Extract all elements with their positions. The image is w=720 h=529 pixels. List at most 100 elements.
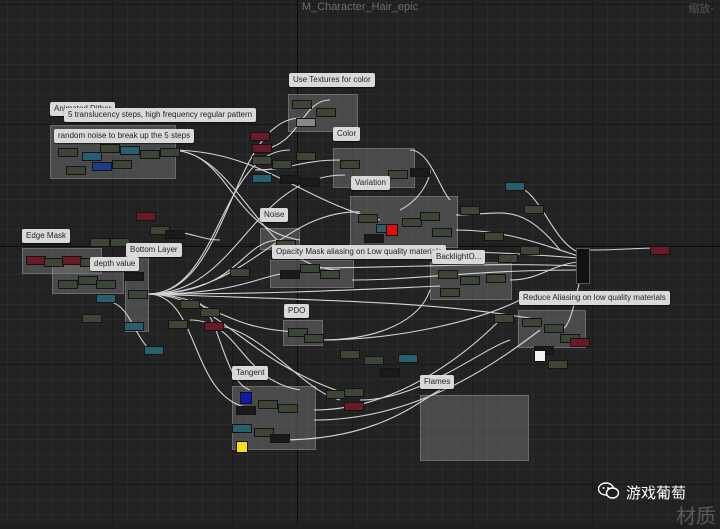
white-color-swatch[interactable] (534, 350, 546, 362)
graph-node[interactable] (136, 212, 156, 221)
comment-label-use-textures[interactable]: Use Textures for color (289, 73, 375, 87)
comment-label-noise[interactable]: Noise (260, 208, 289, 222)
graph-node[interactable] (280, 270, 300, 279)
graph-node[interactable] (316, 108, 336, 117)
graph-node[interactable] (140, 150, 160, 159)
graph-node[interactable] (296, 118, 316, 127)
graph-node[interactable] (380, 368, 400, 377)
graph-node[interactable] (420, 212, 440, 221)
graph-node[interactable] (320, 270, 340, 279)
graph-node[interactable] (66, 166, 86, 175)
graph-node[interactable] (292, 100, 312, 109)
comment-label-edge-mask[interactable]: Edge Mask (22, 229, 71, 243)
graph-node[interactable] (494, 314, 514, 323)
graph-node[interactable] (252, 174, 272, 183)
blue-color-swatch[interactable] (240, 392, 252, 404)
graph-node[interactable] (460, 206, 480, 215)
comment-label-backlight[interactable]: BacklightO... (432, 250, 486, 264)
graph-node[interactable] (410, 168, 430, 177)
comment-label-depth-value[interactable]: depth value (90, 257, 140, 271)
graph-node[interactable] (124, 322, 144, 331)
red-color-swatch[interactable] (386, 224, 398, 236)
comment-label-variation[interactable]: Variation (351, 176, 390, 190)
graph-node[interactable] (26, 256, 46, 265)
graph-node[interactable] (92, 162, 112, 171)
graph-node[interactable] (124, 272, 144, 281)
comment-box-flames[interactable] (420, 395, 529, 461)
graph-node[interactable] (388, 170, 408, 179)
graph-node[interactable] (340, 160, 360, 169)
comment-label-opacity-mask[interactable]: Opacity Mask aliasing on Low quality mat… (272, 245, 446, 259)
graph-node[interactable] (44, 258, 64, 267)
graph-node[interactable] (252, 144, 272, 153)
material-graph-canvas[interactable]: M_Character_Hair_epic 缩放- Use Textures f… (0, 0, 720, 528)
graph-node[interactable] (144, 346, 164, 355)
graph-node[interactable] (296, 152, 316, 161)
graph-node[interactable] (82, 152, 102, 161)
comment-label-random-noise[interactable]: random noise to break up the 5 steps (54, 129, 195, 143)
graph-node[interactable] (230, 268, 250, 277)
graph-node[interactable] (364, 234, 384, 243)
graph-node[interactable] (524, 205, 544, 214)
comment-label-translucency-steps[interactable]: 5 translucency steps, high frequency reg… (64, 108, 257, 122)
graph-node[interactable] (82, 314, 102, 323)
graph-node[interactable] (100, 144, 120, 153)
graph-node[interactable] (398, 354, 418, 363)
material-output-node[interactable] (576, 248, 590, 284)
graph-node[interactable] (300, 178, 320, 187)
graph-node[interactable] (438, 270, 458, 279)
comment-label-reduce-aliasing[interactable]: Reduce Aliasing on low quality materials (519, 291, 670, 305)
graph-node[interactable] (520, 246, 540, 255)
graph-node[interactable] (344, 402, 364, 411)
comment-label-flames[interactable]: Flames (420, 375, 455, 389)
graph-node[interactable] (498, 254, 518, 263)
graph-node[interactable] (358, 214, 378, 223)
graph-node[interactable] (544, 324, 564, 333)
graph-node[interactable] (252, 156, 272, 165)
graph-node[interactable] (258, 400, 278, 409)
graph-node[interactable] (160, 148, 180, 157)
graph-node[interactable] (486, 274, 506, 283)
graph-node[interactable] (460, 276, 480, 285)
graph-node[interactable] (650, 246, 670, 255)
graph-node[interactable] (402, 218, 422, 227)
graph-node[interactable] (548, 360, 568, 369)
graph-node[interactable] (180, 300, 200, 309)
graph-node[interactable] (120, 146, 140, 155)
comment-label-pdo[interactable]: PDO (284, 304, 310, 318)
graph-node[interactable] (272, 160, 292, 169)
graph-node[interactable] (270, 434, 290, 443)
graph-node[interactable] (340, 350, 360, 359)
graph-node[interactable] (300, 264, 320, 273)
comment-label-bottom-layer[interactable]: Bottom Layer (126, 243, 182, 257)
graph-node[interactable] (570, 338, 590, 347)
graph-node[interactable] (128, 290, 148, 299)
graph-node[interactable] (236, 406, 256, 415)
graph-node[interactable] (280, 175, 300, 184)
comment-label-color[interactable]: Color (333, 127, 361, 141)
graph-node[interactable] (165, 230, 185, 239)
comment-label-tangent[interactable]: Tangent (232, 366, 269, 380)
graph-node[interactable] (112, 160, 132, 169)
graph-node[interactable] (440, 288, 460, 297)
yellow-color-swatch[interactable] (236, 441, 248, 453)
graph-node[interactable] (90, 238, 110, 247)
graph-node[interactable] (58, 148, 78, 157)
graph-node[interactable] (326, 390, 346, 399)
graph-node[interactable] (278, 404, 298, 413)
graph-node[interactable] (96, 280, 116, 289)
graph-node[interactable] (505, 182, 525, 191)
graph-node[interactable] (364, 356, 384, 365)
graph-node[interactable] (344, 388, 364, 397)
graph-node[interactable] (78, 276, 98, 285)
graph-node[interactable] (432, 228, 452, 237)
graph-node[interactable] (168, 320, 188, 329)
graph-node[interactable] (250, 132, 270, 141)
graph-node[interactable] (232, 424, 252, 433)
graph-node[interactable] (204, 322, 224, 331)
graph-node[interactable] (484, 232, 504, 241)
graph-node[interactable] (58, 280, 78, 289)
graph-node[interactable] (304, 334, 324, 343)
graph-node[interactable] (200, 308, 220, 317)
graph-node[interactable] (62, 256, 82, 265)
